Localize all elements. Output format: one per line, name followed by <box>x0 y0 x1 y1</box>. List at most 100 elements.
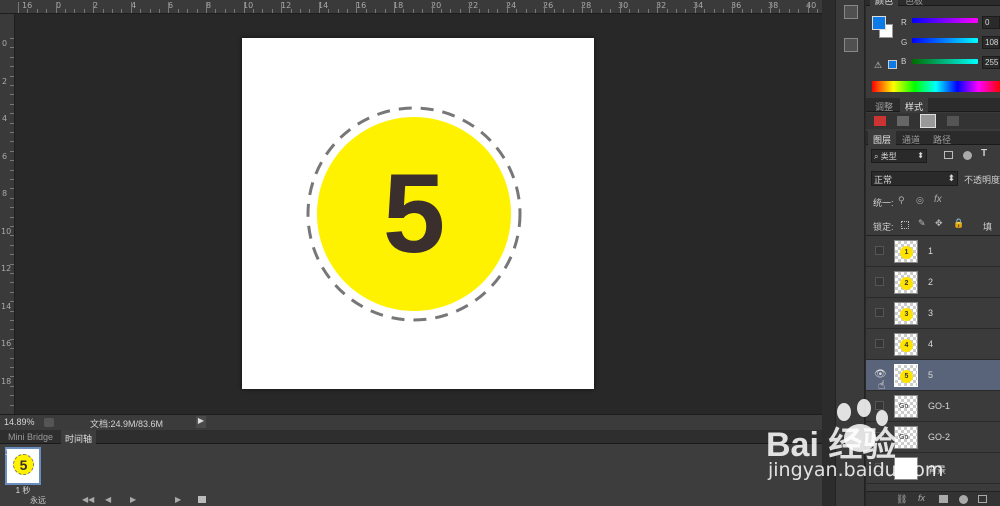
tab-paths[interactable]: 路径 <box>928 131 956 145</box>
chevron-down-icon: ⬍ <box>947 173 955 183</box>
layer-row[interactable]: 4 4 <box>866 329 1000 360</box>
red-slider[interactable] <box>912 18 978 23</box>
adjust-panel-tabs: 调整 样式 <box>866 98 1000 112</box>
visibility-toggle[interactable] <box>875 277 884 286</box>
adjustment-filter-icon[interactable] <box>963 151 972 160</box>
animation-frame[interactable]: 5 <box>5 447 41 485</box>
next-frame-icon[interactable]: ▶ <box>175 495 181 504</box>
channel-label-r: R <box>901 18 907 27</box>
layer-row[interactable]: 背景 <box>866 453 1000 484</box>
horizontal-ruler[interactable]: 16 0 2 4 6 8 10 12 14 16 18 20 22 24 26 … <box>0 0 822 14</box>
layer-thumbnail: 2 <box>894 271 918 294</box>
tab-adjustments[interactable]: 调整 <box>870 98 898 112</box>
zoom-level[interactable]: 14.89% <box>4 417 35 427</box>
ruler-tick <box>206 2 207 13</box>
status-menu-icon[interactable] <box>44 418 54 427</box>
blue-slider[interactable] <box>912 59 978 64</box>
green-value-field[interactable]: 108 <box>982 36 1000 49</box>
unify-style-icon[interactable]: fx <box>934 194 942 205</box>
ruler-tick <box>582 2 583 13</box>
loop-select[interactable]: 永远 <box>30 495 46 506</box>
styles-strip[interactable] <box>866 113 1000 129</box>
color-spectrum[interactable] <box>872 81 1000 92</box>
panel-icon-column <box>835 0 865 506</box>
frame-number: 1 <box>5 448 10 457</box>
vertical-ruler[interactable]: 0 2 4 6 8 10 12 14 16 18 <box>0 14 15 414</box>
timeline-controls: 永远 ◀◀ ◀ ▶ ▶ <box>0 495 240 506</box>
ruler-tick <box>544 2 545 13</box>
layer-filter-select[interactable]: ⌕ 类型 ⬍ <box>871 149 927 163</box>
lock-paint-icon[interactable]: ✎ <box>918 218 926 229</box>
panel-divider[interactable] <box>822 0 835 506</box>
tab-layers[interactable]: 图层 <box>868 131 897 145</box>
status-bar: 14.89% 文档:24.9M/83.6M ▶ <box>0 414 822 430</box>
tab-swatches[interactable]: 色板 <box>900 0 928 6</box>
visibility-toggle[interactable] <box>875 246 884 255</box>
mask-icon[interactable] <box>939 495 948 503</box>
ruler-label: 18 <box>1 377 12 386</box>
pixel-filter-icon[interactable] <box>944 151 953 159</box>
opacity-label: 不透明度 <box>964 175 1000 185</box>
unify-visibility-icon[interactable]: ◎ <box>916 195 924 206</box>
warning-icon[interactable]: ⚠ <box>874 60 882 71</box>
layer-style-icon[interactable]: fx <box>918 493 925 503</box>
layer-thumbnail: 4 <box>894 333 918 356</box>
visibility-toggle[interactable] <box>875 432 884 441</box>
layer-name: 3 <box>928 308 934 318</box>
frame-badge: 5 <box>13 454 34 475</box>
ruler-tick <box>168 2 169 13</box>
new-frame-icon[interactable] <box>198 496 206 503</box>
layer-thumbnail: Go <box>894 426 918 449</box>
visibility-toggle[interactable] <box>875 463 884 472</box>
layer-row-selected[interactable]: 👁 5 5 <box>866 360 1000 391</box>
link-layers-icon[interactable]: ⛓ <box>896 494 907 505</box>
tab-mini-bridge[interactable]: Mini Bridge <box>4 430 57 444</box>
properties-icon[interactable] <box>844 38 858 52</box>
tab-channels[interactable]: 通道 <box>897 131 925 145</box>
ruler-tick <box>281 2 282 13</box>
tab-styles[interactable]: 样式 <box>900 98 929 112</box>
layer-row[interactable]: 3 3 <box>866 298 1000 329</box>
history-icon[interactable] <box>844 5 858 19</box>
badge-artwork: 5 <box>306 106 522 322</box>
ruler-tick <box>432 2 433 13</box>
unify-label: 统一: <box>873 198 894 208</box>
green-slider[interactable] <box>912 38 978 43</box>
status-arrow-icon[interactable]: ▶ <box>196 416 206 428</box>
blend-mode-select[interactable]: 正常 ⬍ <box>871 171 958 186</box>
ruler-tick <box>56 2 57 13</box>
blue-value-field[interactable]: 255 <box>982 56 1000 69</box>
prev-frame-icon[interactable]: ◀ <box>105 495 111 504</box>
websafe-swatch[interactable] <box>888 60 897 69</box>
play-icon[interactable]: ▶ <box>130 495 136 504</box>
lock-all-icon[interactable]: 🔒 <box>953 218 964 229</box>
ruler-tick <box>18 2 19 13</box>
first-frame-icon[interactable]: ◀◀ <box>82 495 94 504</box>
visibility-toggle[interactable] <box>875 401 884 410</box>
layer-name: GO-1 <box>928 401 951 411</box>
layer-name: 背景 <box>928 465 947 475</box>
badge-number: 5 <box>383 151 445 276</box>
layer-name: 5 <box>928 370 934 380</box>
type-filter-icon[interactable]: T <box>981 148 987 159</box>
tab-timeline[interactable]: 时间轴 <box>61 430 97 444</box>
document-canvas[interactable]: 5 <box>242 38 594 389</box>
visibility-toggle[interactable] <box>875 308 884 317</box>
layer-row[interactable]: Go GO-1 <box>866 391 1000 422</box>
tab-color[interactable]: 颜色 <box>870 0 899 6</box>
layer-row[interactable]: Go GO-2 <box>866 422 1000 453</box>
lock-move-icon[interactable]: ✥ <box>935 218 943 229</box>
red-value-field[interactable]: 0 <box>982 16 1000 29</box>
adjustment-layer-icon[interactable] <box>959 495 968 504</box>
layer-thumbnail <box>894 457 918 480</box>
group-icon[interactable] <box>978 495 987 503</box>
layer-row[interactable]: 1 1 <box>866 236 1000 267</box>
lock-transparency-icon[interactable] <box>901 221 909 229</box>
ruler-tick <box>732 2 733 13</box>
timeline-tabs: Mini Bridge 时间轴 <box>0 430 822 444</box>
layer-row[interactable]: 2 2 <box>866 267 1000 298</box>
foreground-color-swatch[interactable] <box>872 16 886 30</box>
unify-position-icon[interactable]: ⚲ <box>898 195 905 206</box>
visibility-toggle[interactable] <box>875 339 884 348</box>
ruler-label: 10 <box>1 227 12 236</box>
